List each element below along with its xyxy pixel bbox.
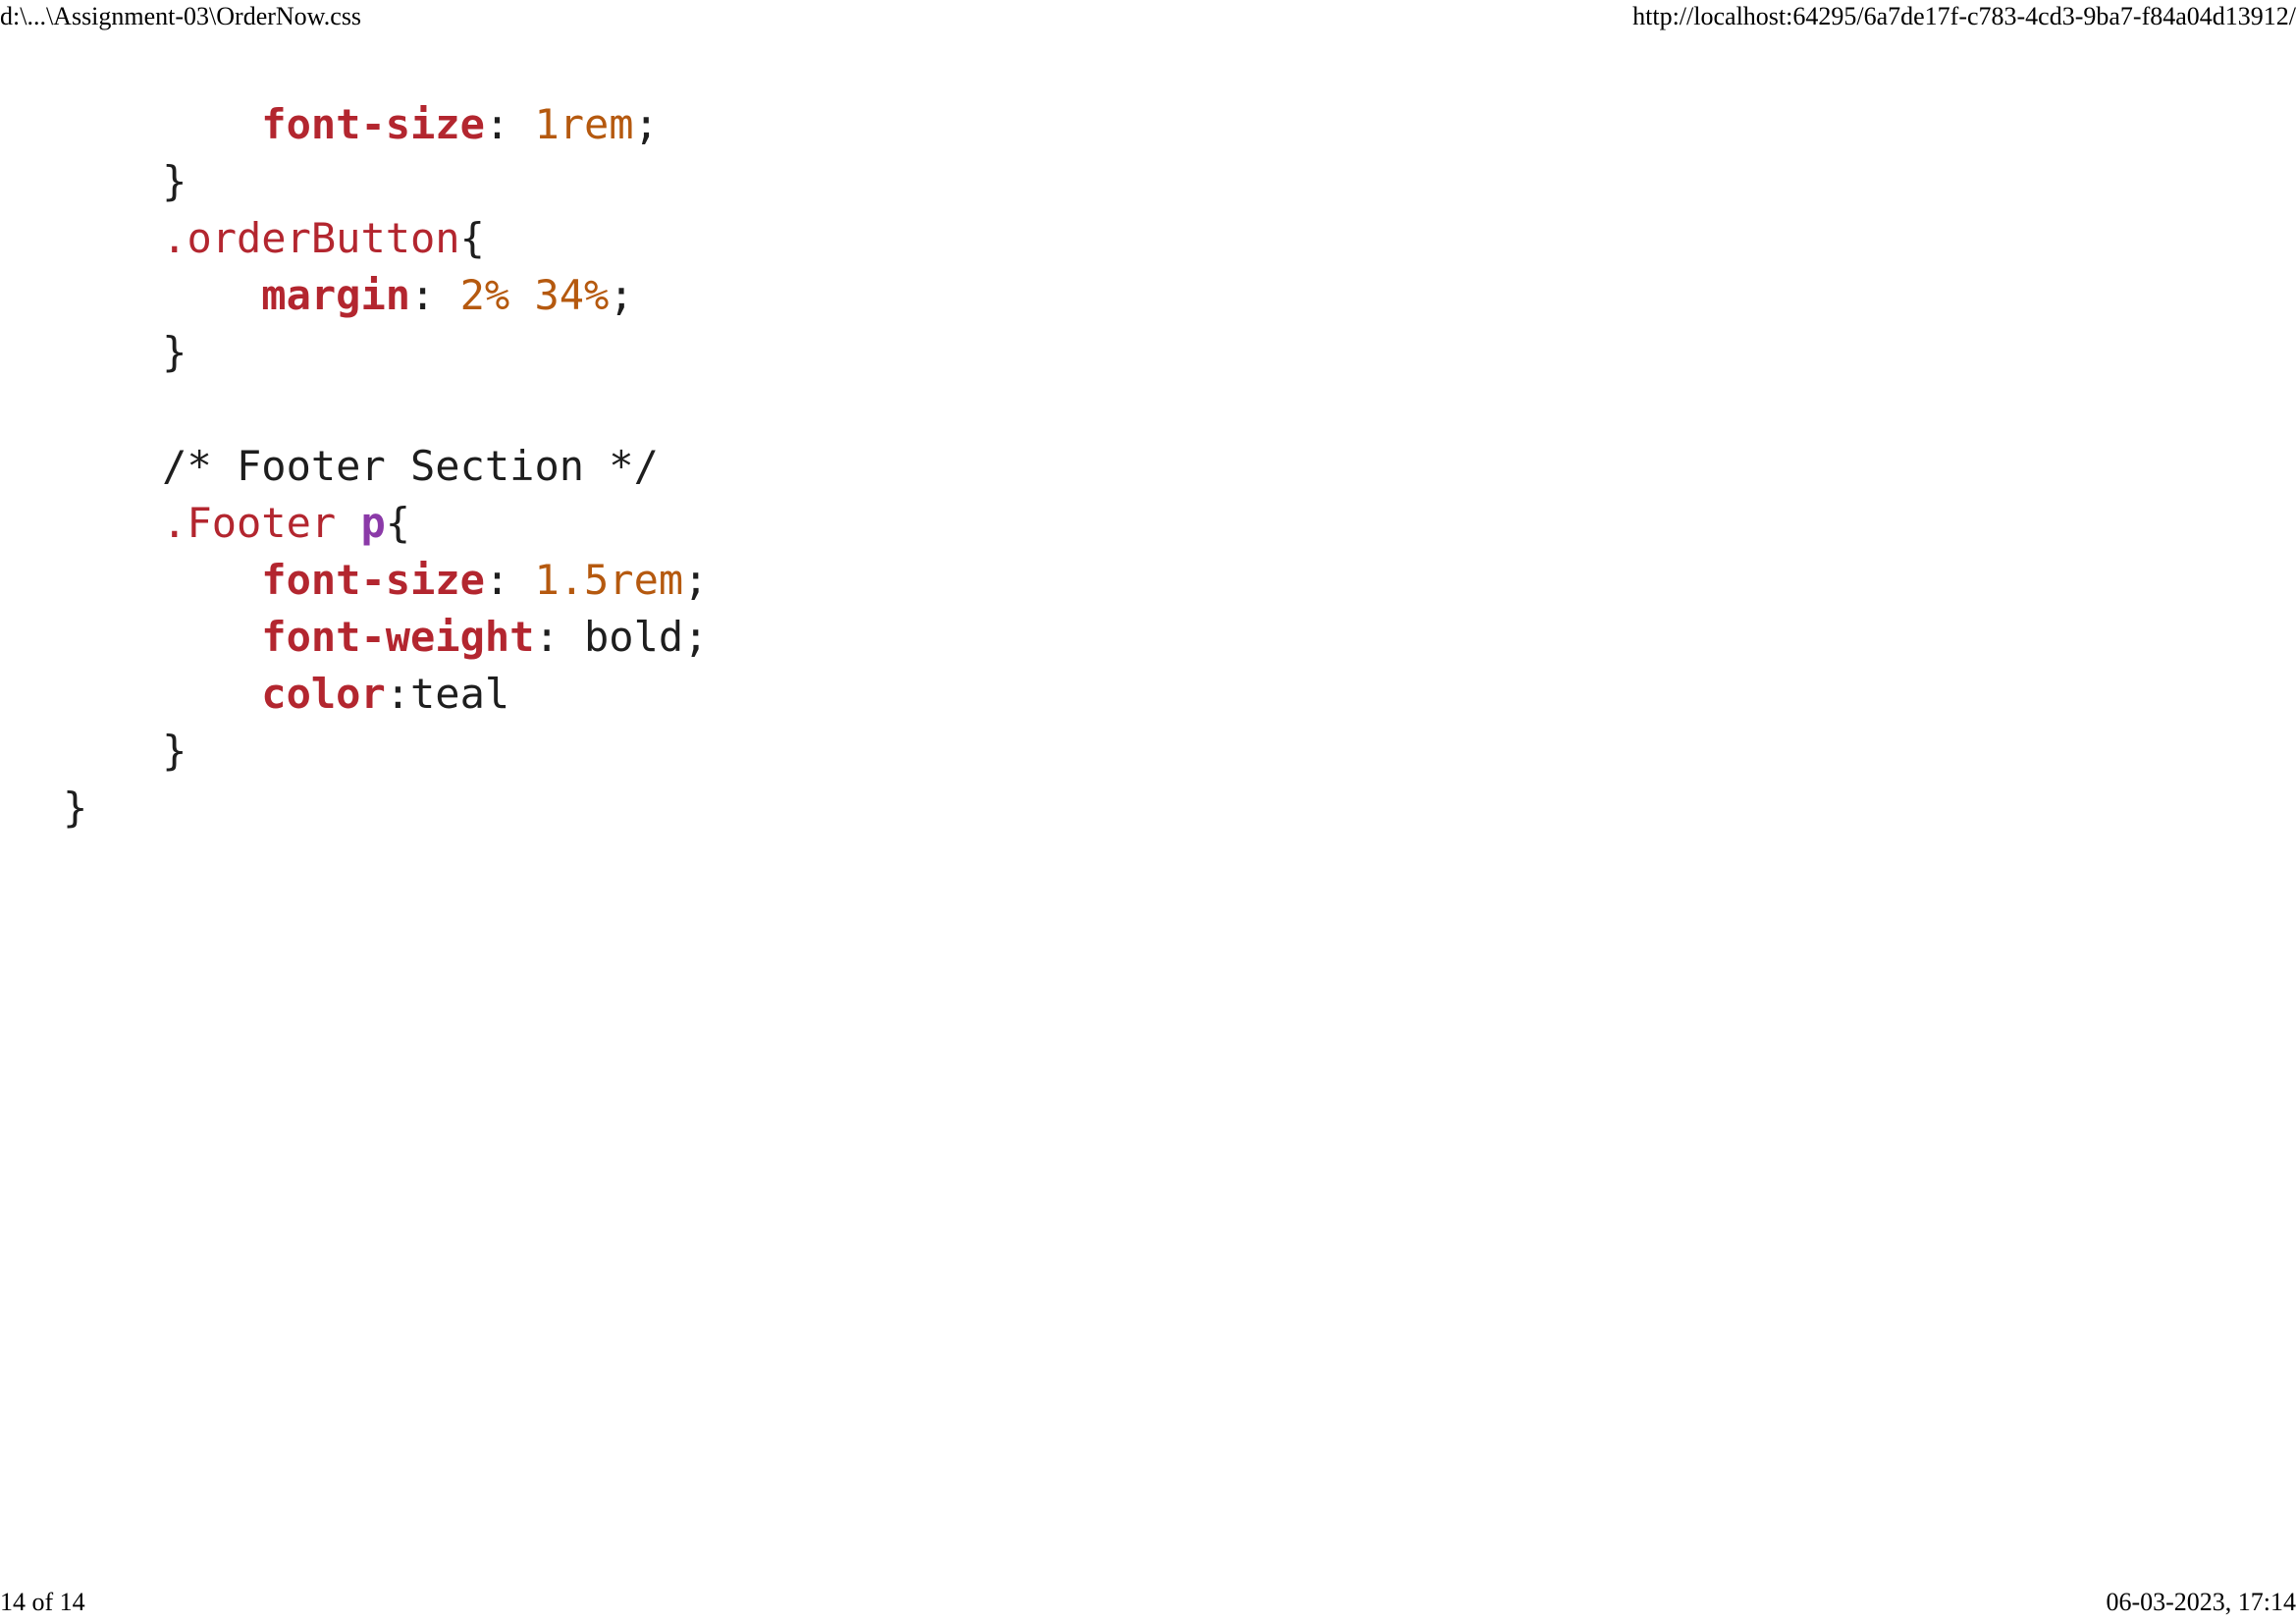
code-line: } — [63, 780, 708, 837]
code-token-num: 2% 34% — [459, 271, 610, 319]
code-token-prop: font-weight — [261, 613, 535, 661]
code-token-prop: font-size — [261, 100, 485, 148]
code-token-prop: margin — [261, 271, 411, 319]
print-header-url: http://localhost:64295/6a7de17f-c783-4cd… — [1632, 2, 2296, 30]
code-token-plain: { — [459, 214, 485, 262]
code-listing: font-size: 1rem; } .orderButton{ margin:… — [63, 96, 708, 837]
code-line: /* Footer Section */ — [63, 438, 708, 495]
code-token-plain: : — [410, 271, 460, 319]
code-token-plain: : bold; — [534, 613, 709, 661]
code-line: font-weight: bold; — [63, 609, 708, 666]
code-token-num: 1.5rem — [534, 556, 684, 604]
print-header-file-path: d:\...\Assignment-03\OrderNow.css — [0, 2, 362, 30]
code-line: } — [63, 324, 708, 381]
code-token-sel: .Footer — [162, 499, 361, 547]
code-token-plain: ; — [683, 556, 709, 604]
code-line: font-size: 1.5rem; — [63, 552, 708, 609]
page-indicator: 14 of 14 — [0, 1588, 85, 1616]
code-token-plain: ; — [609, 271, 634, 319]
code-line: .Footer p{ — [63, 495, 708, 552]
code-token-plain: : — [484, 556, 535, 604]
code-line: margin: 2% 34%; — [63, 267, 708, 324]
code-token-plain: : — [484, 100, 535, 148]
code-token-prop: font-size — [261, 556, 485, 604]
code-line: color:teal — [63, 666, 708, 723]
code-token-plain: { — [385, 499, 411, 547]
code-token-plain: } — [162, 157, 187, 205]
code-token-sel: .orderButton — [162, 214, 460, 262]
code-token-plain: ; — [633, 100, 659, 148]
code-line: .orderButton{ — [63, 210, 708, 267]
code-line: font-size: 1rem; — [63, 96, 708, 153]
code-token-plain: } — [162, 727, 187, 775]
code-token-plain: } — [63, 784, 88, 832]
code-token-num: 1rem — [534, 100, 634, 148]
code-token-plain: :teal — [385, 670, 510, 718]
code-token-tag: p — [360, 499, 386, 547]
code-token-prop: color — [261, 670, 386, 718]
code-token-plain: } — [162, 328, 187, 376]
code-token-comment: /* Footer Section */ — [162, 442, 659, 490]
code-line: } — [63, 723, 708, 780]
print-datetime: 06-03-2023, 17:14 — [2106, 1588, 2296, 1616]
code-line: } — [63, 153, 708, 210]
